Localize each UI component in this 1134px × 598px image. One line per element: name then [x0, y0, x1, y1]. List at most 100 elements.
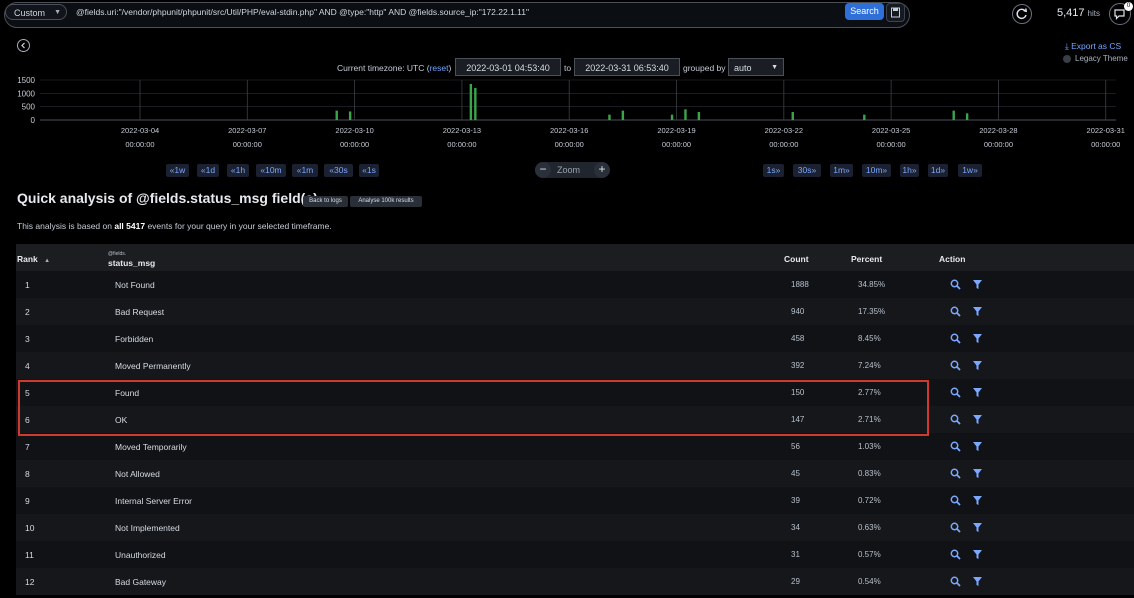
filter-icon[interactable]: [972, 576, 983, 587]
interval-select[interactable]: auto ▼: [728, 58, 784, 76]
rank-column-header[interactable]: Rank ▲: [17, 254, 50, 264]
time-back-button[interactable]: «1h: [227, 164, 249, 177]
search-icon[interactable]: [950, 333, 961, 344]
zoom-in-button[interactable]: +: [594, 162, 610, 178]
search-icon[interactable]: [950, 576, 961, 587]
rank-cell: 11: [25, 550, 34, 560]
count-cell: 458: [791, 334, 805, 343]
time-forward-button[interactable]: 1s»: [763, 164, 784, 177]
percent-column-header: Percent: [851, 254, 883, 264]
action-column-header: Action: [939, 254, 966, 264]
percent-cell: 1.03%: [858, 442, 881, 451]
time-back-button[interactable]: «30s: [324, 164, 353, 177]
date-to-input[interactable]: 2022-03-31 06:53:40: [574, 58, 680, 76]
time-back-button[interactable]: «1d: [197, 164, 219, 177]
histogram-bar[interactable]: [474, 88, 477, 120]
search-icon[interactable]: [950, 306, 961, 317]
histogram-bar[interactable]: [697, 112, 701, 120]
chevron-left-icon: [21, 42, 25, 49]
export-csv-link[interactable]: ⤓ Export as CS: [1065, 41, 1121, 52]
filter-icon[interactable]: [972, 360, 983, 371]
filter-icon[interactable]: [972, 495, 983, 506]
rank-cell: 4: [25, 361, 30, 371]
time-forward-button[interactable]: 1d»: [928, 164, 948, 177]
histogram-bar[interactable]: [348, 111, 352, 120]
time-forward-button[interactable]: 10m»: [862, 164, 891, 177]
histogram-bar[interactable]: [863, 114, 866, 120]
histogram-bar[interactable]: [684, 109, 687, 120]
search-icon[interactable]: [950, 549, 961, 560]
date-range-to-label: to: [564, 63, 572, 73]
x-tick-time-label: 00:00:00: [877, 140, 906, 149]
histogram-bar[interactable]: [469, 84, 473, 120]
rank-cell: 12: [25, 577, 35, 587]
field-column-header: status_msg: [108, 258, 156, 268]
x-tick-date-label: 2022-03-25: [872, 126, 910, 135]
refresh-button[interactable]: [1012, 4, 1032, 24]
search-icon[interactable]: [950, 522, 961, 533]
export-csv-label: Export as CS: [1071, 41, 1122, 51]
search-icon[interactable]: [950, 495, 961, 506]
x-tick-date-label: 2022-03-31: [1087, 126, 1125, 135]
date-from-input[interactable]: 2022-03-01 04:53:40: [455, 58, 561, 76]
search-button[interactable]: Search: [845, 3, 884, 20]
search-icon[interactable]: [950, 414, 961, 425]
back-button[interactable]: [17, 39, 30, 52]
time-forward-button[interactable]: 1m»: [830, 164, 853, 177]
count-cell: 45: [791, 469, 800, 478]
count-cell: 31: [791, 550, 800, 559]
time-forward-button[interactable]: 30s»: [793, 164, 821, 177]
interval-value: auto: [734, 63, 752, 73]
histogram-bar[interactable]: [608, 114, 611, 120]
x-tick-date-label: 2022-03-19: [657, 126, 695, 135]
analyse-100k-button[interactable]: Analyse 100k results: [350, 196, 422, 207]
search-icon[interactable]: [950, 279, 961, 290]
histogram-bar[interactable]: [670, 114, 674, 120]
filter-icon[interactable]: [972, 549, 983, 560]
search-icon[interactable]: [950, 468, 961, 479]
histogram-bar[interactable]: [335, 110, 338, 120]
notification-count-badge: 0: [1124, 2, 1133, 11]
filter-icon[interactable]: [972, 279, 983, 290]
x-tick-date-label: 2022-03-28: [979, 126, 1017, 135]
histogram-bar[interactable]: [621, 110, 625, 120]
timezone-prefix: Current timezone: UTC (: [337, 63, 430, 73]
search-icon[interactable]: [950, 441, 961, 452]
timezone-reset-link[interactable]: reset: [430, 63, 449, 73]
query-mode-select[interactable]: Custom ▼: [5, 4, 67, 20]
status-msg-cell: Internal Server Error: [115, 496, 192, 506]
filter-icon[interactable]: [972, 441, 983, 452]
histogram-bar[interactable]: [965, 113, 969, 120]
time-back-button[interactable]: «10m: [256, 164, 286, 177]
x-tick-time-label: 00:00:00: [447, 140, 476, 149]
time-back-button[interactable]: «1s: [359, 164, 379, 177]
search-icon[interactable]: [950, 387, 961, 398]
table-row: 12 Bad Gateway 29 0.54%: [16, 568, 1134, 595]
legacy-theme-toggle[interactable]: Legacy Theme: [1063, 54, 1128, 63]
filter-icon[interactable]: [972, 306, 983, 317]
percent-cell: 7.24%: [858, 361, 881, 370]
analysis-note-suffix: events for your query in your selected t…: [147, 221, 332, 231]
filter-icon[interactable]: [972, 387, 983, 398]
rank-cell: 9: [25, 496, 30, 506]
search-icon[interactable]: [950, 360, 961, 371]
filter-icon[interactable]: [972, 414, 983, 425]
histogram-bar[interactable]: [952, 110, 955, 120]
save-query-button[interactable]: [886, 3, 905, 22]
zoom-out-button[interactable]: −: [535, 162, 551, 178]
rank-cell: 8: [25, 469, 30, 479]
time-forward-button[interactable]: 1w»: [958, 164, 982, 177]
filter-icon[interactable]: [972, 333, 983, 344]
status-msg-cell: Unauthorized: [115, 550, 166, 560]
back-to-logs-button[interactable]: Back to logs: [303, 196, 348, 207]
search-input[interactable]: @fields.uri:"/vendor/phpunit/phpunit/src…: [76, 5, 840, 19]
filter-icon[interactable]: [972, 468, 983, 479]
histogram-bar[interactable]: [791, 112, 794, 120]
percent-cell: 0.63%: [858, 523, 881, 532]
time-forward-button[interactable]: 1h»: [900, 164, 919, 177]
histogram-chart[interactable]: 1500 1000 500 0 2022-03-04 00:00:00 2022-03-0…: [0, 76, 1134, 156]
table-row: 9 Internal Server Error 39 0.72%: [16, 487, 1134, 514]
time-back-button[interactable]: «1m: [292, 164, 318, 177]
time-back-button[interactable]: «1w: [166, 164, 189, 177]
filter-icon[interactable]: [972, 522, 983, 533]
